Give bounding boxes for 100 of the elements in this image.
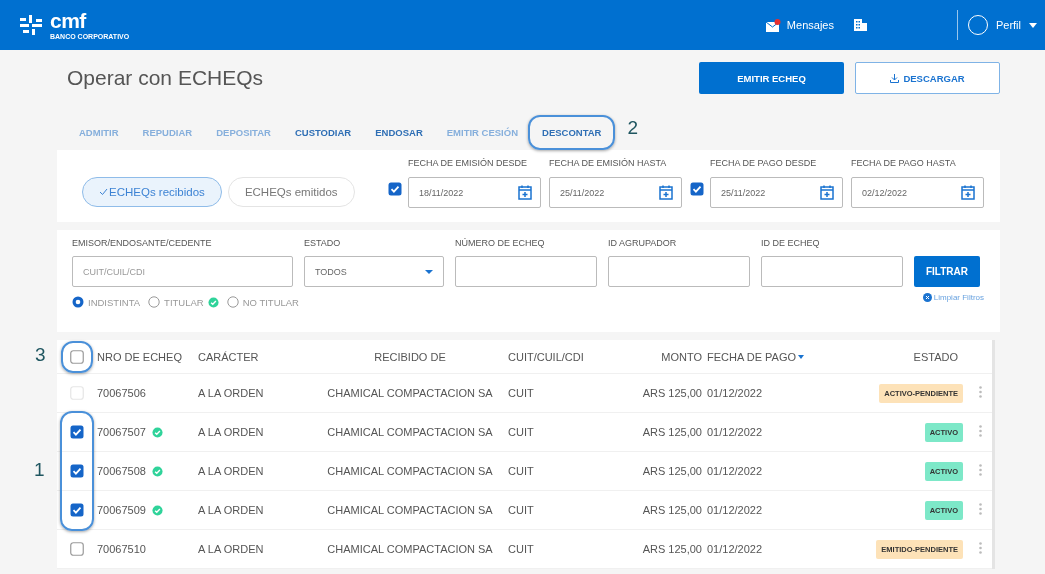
input-field[interactable]	[761, 256, 903, 287]
field-label: EMISOR/ENDOSANTE/CEDENTE	[72, 238, 213, 248]
checkbox[interactable]	[70, 425, 84, 439]
table-cell: ARS 125,00	[642, 504, 702, 516]
table-cell: A LA ORDEN	[198, 465, 264, 477]
field-label: ESTADO	[304, 238, 342, 248]
radio-label[interactable]: INDISTINTA	[88, 296, 141, 308]
date-value: 18/11/2022	[419, 187, 464, 198]
action-tab[interactable]: ENDOSAR	[363, 120, 435, 144]
table-cell: CHAMICAL COMPACTACION SA	[327, 504, 493, 516]
input-field[interactable]	[608, 256, 750, 287]
checkbox[interactable]	[70, 503, 84, 517]
segment-tab[interactable]: ECHEQs recibidos	[82, 177, 222, 207]
table-cell: 01/12/2022	[707, 387, 763, 399]
table-cell: CUIT	[508, 426, 534, 438]
table-cell: CUIT	[508, 504, 534, 516]
column-header[interactable]: RECIBIDO DE	[312, 350, 508, 363]
field-label: FECHA DE PAGO DESDE	[710, 158, 818, 170]
date-value: 02/12/2022	[862, 187, 908, 198]
radio-label[interactable]: NO TITULAR	[242, 296, 299, 308]
date-field[interactable]: 25/11/2022	[710, 177, 843, 208]
profile-link[interactable]: Perfil	[995, 19, 1021, 31]
callout-number: 2	[627, 116, 639, 139]
table-cell: 70067507	[97, 426, 146, 438]
date-field[interactable]: 18/11/2022	[408, 177, 541, 208]
column-header[interactable]: FECHA DE PAGO	[707, 350, 822, 363]
date-value: 25/11/2022	[721, 187, 766, 198]
filter-button[interactable]: FILTRAR	[914, 256, 980, 287]
table-cell: 70067506	[97, 387, 146, 399]
logo-icon	[20, 15, 42, 35]
caret-icon	[425, 269, 433, 274]
radio-label[interactable]: TITULAR	[164, 296, 204, 308]
dropdown[interactable]: TODOS	[304, 256, 444, 287]
table-cell: A LA ORDEN	[198, 504, 264, 516]
date-value: 25/11/2022	[560, 187, 605, 198]
column-header[interactable]: MONTO	[598, 350, 707, 363]
table-cell: A LA ORDEN	[198, 426, 264, 438]
clear-icon[interactable]	[922, 292, 932, 302]
calendar-icon[interactable]	[961, 185, 975, 200]
field-label: ID AGRUPADOR	[608, 238, 678, 248]
table-cell: 01/12/2022	[707, 504, 763, 516]
field-label: FECHA DE PAGO HASTA	[851, 158, 957, 170]
table-cell: A LA ORDEN	[198, 543, 264, 555]
action-tab[interactable]: CUSTODIAR	[282, 120, 364, 144]
logo-text: cmf	[50, 10, 88, 31]
radio-button[interactable]	[148, 296, 161, 308]
checkbox[interactable]	[70, 464, 84, 478]
highlight-outline	[61, 340, 93, 373]
date-field[interactable]: 25/11/2022	[549, 177, 682, 208]
sort-icon[interactable]	[798, 354, 805, 359]
table-cell: CHAMICAL COMPACTACION SA	[327, 426, 493, 438]
caret-icon[interactable]	[1029, 22, 1037, 28]
table-cell: ARS 125,00	[642, 387, 702, 399]
date-field[interactable]: 02/12/2022	[851, 177, 984, 208]
field-label: FECHA DE EMISIÓN HASTA	[549, 158, 668, 170]
checkbox[interactable]	[70, 542, 84, 556]
check-icon	[99, 188, 108, 196]
download-button[interactable]: DESCARGAR	[855, 62, 1000, 94]
clear-filters-link[interactable]: Limpiar Filtros	[933, 292, 984, 302]
building-icon[interactable]	[853, 19, 867, 31]
table-cell: ARS 125,00	[642, 465, 702, 477]
column-header[interactable]: ESTADO	[822, 350, 963, 363]
segment-tab[interactable]: ECHEQs emitidos	[227, 177, 355, 207]
field-label: NÚMERO DE ECHEQ	[455, 238, 546, 248]
field-label: FECHA DE EMISIÓN DESDE	[408, 158, 529, 170]
table-cell: CHAMICAL COMPACTACION SA	[327, 387, 493, 399]
table-cell: CUIT	[508, 465, 534, 477]
calendar-icon[interactable]	[659, 185, 673, 200]
checkbox[interactable]	[690, 182, 704, 196]
input-field[interactable]: CUIT/CUIL/CDI	[72, 256, 293, 287]
radio-button[interactable]	[226, 296, 239, 308]
table-cell: 01/12/2022	[707, 426, 763, 438]
checkbox[interactable]	[70, 349, 84, 364]
table-cell: CHAMICAL COMPACTACION SA	[327, 543, 493, 555]
column-header[interactable]: CARÁCTER	[198, 350, 312, 363]
table-cell: ARS 125,00	[642, 543, 702, 555]
page-title: Operar con ECHEQs	[67, 66, 265, 90]
callout-number: 1	[34, 459, 45, 481]
column-header[interactable]: CUIT/CUIL/CDI	[508, 350, 598, 363]
column-header[interactable]: NRO DE ECHEQ	[97, 350, 198, 363]
mail-icon[interactable]	[765, 18, 781, 32]
calendar-icon[interactable]	[518, 185, 532, 200]
checkbox[interactable]	[388, 182, 402, 196]
emit-button[interactable]: EMITIR ECHEQ	[699, 62, 844, 94]
table-cell: 70067509	[97, 504, 146, 516]
field-label: ID DE ECHEQ	[761, 238, 821, 248]
messages-link[interactable]: Mensajes	[786, 19, 834, 31]
table-cell: CHAMICAL COMPACTACION SA	[327, 465, 493, 477]
table-cell: A LA ORDEN	[198, 387, 264, 399]
callout-number: 3	[35, 343, 46, 366]
table-cell: 70067508	[97, 465, 146, 477]
radio-button[interactable]	[72, 296, 84, 308]
action-tab[interactable]: DESCONTAR	[530, 120, 614, 144]
table-cell: 01/12/2022	[707, 543, 763, 555]
table-cell: 01/12/2022	[707, 465, 763, 477]
download-icon	[890, 73, 900, 83]
table-cell: CUIT	[508, 387, 534, 399]
table-cell: ARS 125,00	[642, 426, 702, 438]
input-field[interactable]	[455, 256, 597, 287]
calendar-icon[interactable]	[820, 185, 834, 200]
